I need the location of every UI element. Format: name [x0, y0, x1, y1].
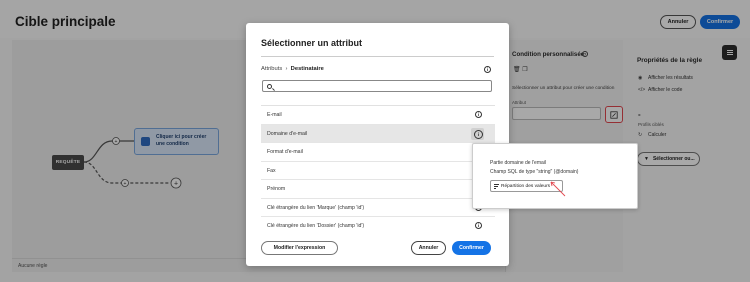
dialog-title: Sélectionner un attribut — [261, 38, 363, 48]
list-item[interactable]: Clé étrangère du lien 'Dossier' (champ '… — [261, 217, 495, 231]
search-icon — [267, 83, 272, 89]
modify-expression-button[interactable]: Modifier l'expression — [261, 241, 338, 255]
select-attribute-dialog: Sélectionner un attribut Attributs › Des… — [246, 23, 509, 266]
info-icon[interactable]: i — [484, 66, 491, 73]
divider — [261, 56, 494, 57]
info-icon[interactable]: i — [475, 111, 482, 118]
popover-description: Champ SQL de type "string" (@domain) — [490, 169, 579, 175]
distribution-icon — [494, 184, 499, 189]
list-item[interactable]: E-mail i — [261, 106, 495, 125]
attribute-list: E-maili Domaine d'e-mail Format d'e-mail… — [261, 105, 495, 231]
breadcrumb: Attributs › Destinataire — [261, 66, 324, 72]
list-item-selected[interactable]: Domaine d'e-mail — [261, 124, 495, 143]
list-item[interactable]: Format d'e-mail — [261, 143, 495, 162]
info-icon[interactable]: i — [475, 222, 482, 229]
breadcrumb-root[interactable]: Attributs — [261, 66, 282, 72]
search-input[interactable] — [262, 80, 492, 92]
chevron-right-icon: › — [283, 66, 290, 72]
dialog-cancel-button[interactable]: Annuler — [411, 241, 446, 255]
list-item[interactable]: Fax — [261, 162, 495, 180]
pointer-arrow — [550, 181, 566, 197]
breadcrumb-current: Destinataire — [290, 66, 324, 72]
dialog-confirm-button[interactable]: Confirmer — [452, 241, 491, 255]
list-item[interactable]: Prénom — [261, 180, 495, 199]
list-item[interactable]: Clé étrangère du lien 'Marque' (champ 'i… — [261, 199, 495, 217]
popover-title: Partie domaine de l'email — [490, 160, 546, 166]
info-icon[interactable] — [471, 127, 484, 140]
